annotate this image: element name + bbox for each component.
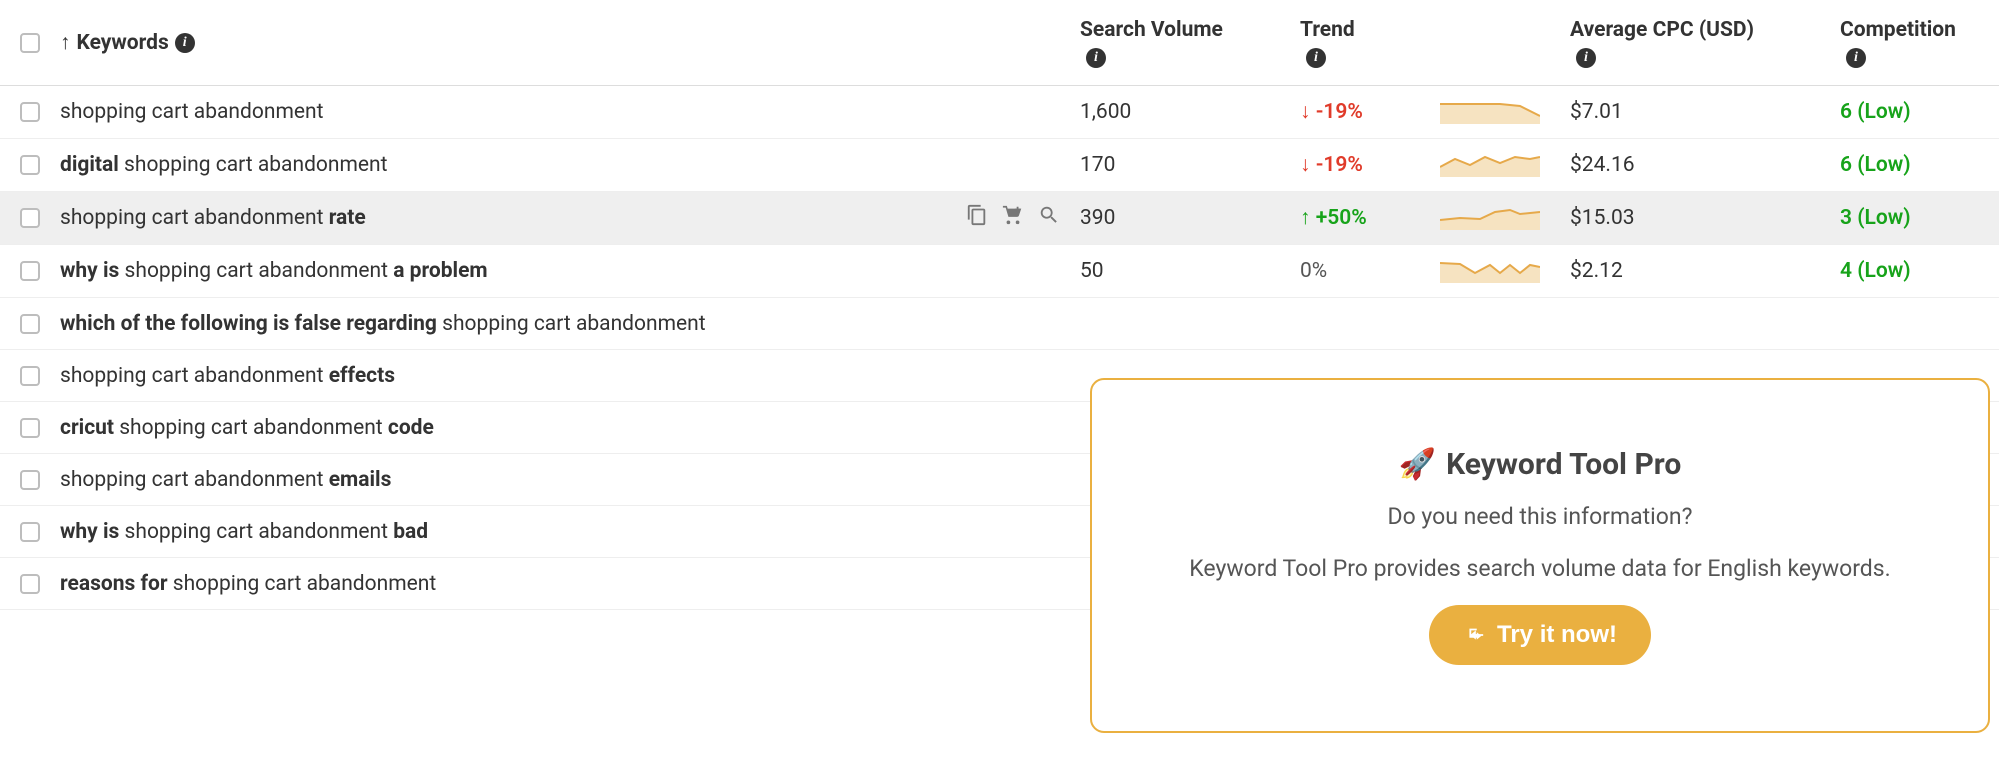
row-checkbox[interactable] (20, 522, 40, 542)
header-keywords-label: Keywords (77, 31, 169, 55)
keyword-text: cricut shopping cart abandonment code (60, 416, 434, 440)
sparkline-chart (1440, 200, 1540, 230)
info-icon[interactable]: i (1846, 48, 1866, 68)
cta-label: Try it now! (1497, 621, 1617, 649)
promo-title: 🚀 Keyword Tool Pro (1399, 447, 1682, 482)
trend-cell: ↓ -19% (1300, 100, 1440, 124)
keyword-text: shopping cart abandonment effects (60, 364, 395, 388)
info-icon[interactable]: i (175, 33, 195, 53)
sparkline-cell (1440, 253, 1570, 289)
keyword-text: shopping cart abandonment rate (60, 206, 366, 230)
keyword-text: shopping cart abandonment emails (60, 468, 391, 492)
keyword-text: reasons for shopping cart abandonment (60, 572, 436, 596)
row-checkbox[interactable] (20, 102, 40, 122)
table-row: digital shopping cart abandonment 170↓ -1… (0, 139, 1999, 192)
cpc-cell: $2.12 (1570, 259, 1840, 283)
header-keywords[interactable]: ↑ Keywords i (60, 31, 1080, 55)
row-checkbox[interactable] (20, 314, 40, 334)
sparkline-chart (1440, 253, 1540, 283)
info-icon[interactable]: i (1306, 48, 1326, 68)
copy-icon[interactable] (966, 204, 988, 232)
header-volume-label: Search Volume (1080, 18, 1300, 42)
sparkline-chart (1440, 147, 1540, 177)
search-volume-cell: 50 (1080, 259, 1300, 283)
table-row: why is shopping cart abandonment a probl… (0, 245, 1999, 298)
cpc-cell: $24.16 (1570, 153, 1840, 177)
add-cart-icon[interactable] (1002, 204, 1024, 232)
header-trend[interactable]: Trend i (1300, 18, 1570, 68)
keyword-text: why is shopping cart abandonment bad (60, 520, 428, 544)
keyword-text: which of the following is false regardin… (60, 312, 706, 336)
row-checkbox[interactable] (20, 470, 40, 490)
promo-line-2: Keyword Tool Pro provides search volume … (1189, 552, 1890, 587)
row-checkbox[interactable] (20, 261, 40, 281)
promo-line-1: Do you need this information? (1388, 500, 1693, 535)
sparkline-chart (1440, 94, 1540, 124)
competition-cell: 6 (Low) (1840, 100, 1990, 124)
table-row: shopping cart abandonment 1,600↓ -19% $7.0… (0, 86, 1999, 139)
select-all-checkbox[interactable] (20, 33, 40, 53)
table-row: shopping cart abandonment rate 390↑ +50% $… (0, 192, 1999, 245)
trend-cell: 0% (1300, 259, 1440, 283)
table-header-row: ↑ Keywords i Search Volume i Trend i Ave… (0, 0, 1999, 86)
competition-cell: 4 (Low) (1840, 259, 1990, 283)
trend-cell: ↓ -19% (1300, 153, 1440, 177)
upgrade-promo-panel: 🚀 Keyword Tool Pro Do you need this info… (1090, 378, 1990, 733)
sparkline-cell (1440, 200, 1570, 236)
header-competition-label: Competition (1840, 18, 1990, 42)
header-competition[interactable]: Competition i (1840, 18, 1990, 68)
sort-ascending-icon: ↑ (60, 31, 71, 55)
row-checkbox[interactable] (20, 418, 40, 438)
search-icon[interactable] (1038, 204, 1060, 232)
row-checkbox[interactable] (20, 155, 40, 175)
sparkline-cell (1440, 147, 1570, 183)
header-cpc-label: Average CPC (USD) (1570, 18, 1840, 42)
keyword-text: digital shopping cart abandonment (60, 153, 388, 177)
info-icon[interactable]: i (1576, 48, 1596, 68)
keyword-text: shopping cart abandonment (60, 100, 323, 124)
search-volume-cell: 1,600 (1080, 100, 1300, 124)
row-checkbox[interactable] (20, 574, 40, 594)
row-checkbox[interactable] (20, 366, 40, 386)
header-trend-label: Trend (1300, 18, 1570, 42)
header-cpc[interactable]: Average CPC (USD) i (1570, 18, 1840, 68)
arrow-enter-icon (1463, 624, 1485, 646)
competition-cell: 6 (Low) (1840, 153, 1990, 177)
search-volume-cell: 170 (1080, 153, 1300, 177)
sparkline-cell (1440, 94, 1570, 130)
competition-cell: 3 (Low) (1840, 206, 1990, 230)
promo-title-text: Keyword Tool Pro (1446, 447, 1681, 482)
keyword-text: why is shopping cart abandonment a probl… (60, 259, 488, 283)
cpc-cell: $15.03 (1570, 206, 1840, 230)
table-row: which of the following is false regardin… (0, 298, 1999, 350)
rocket-icon: 🚀 (1399, 447, 1436, 482)
info-icon[interactable]: i (1086, 48, 1106, 68)
try-it-now-button[interactable]: Try it now! (1429, 605, 1651, 665)
cpc-cell: $7.01 (1570, 100, 1840, 124)
header-search-volume[interactable]: Search Volume i (1080, 18, 1300, 68)
row-actions (966, 204, 1060, 232)
search-volume-cell: 390 (1080, 206, 1300, 230)
trend-cell: ↑ +50% (1300, 206, 1440, 230)
row-checkbox[interactable] (20, 208, 40, 228)
